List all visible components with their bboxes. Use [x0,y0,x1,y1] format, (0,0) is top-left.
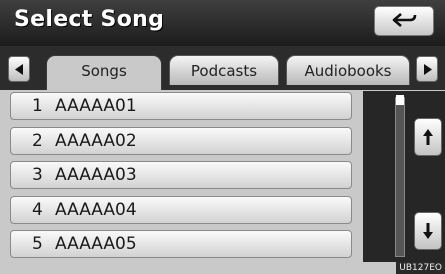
song-list-item[interactable]: 5 AAAAA05 [10,230,352,258]
tab-bar: Songs Podcasts Audiobooks [0,46,445,90]
song-list-item[interactable]: 3 AAAAA03 [10,161,352,189]
song-number: 3 [32,165,43,185]
scrollbar-thumb[interactable] [396,95,404,105]
back-arrow-icon [392,13,417,27]
header-bar: Select Song [0,0,445,46]
song-name: AAAAA03 [55,165,137,185]
back-button[interactable] [374,6,434,36]
song-list-item[interactable]: 1 AAAAA01 [10,92,352,120]
figure-code: UB127EO [396,262,445,274]
song-number: 2 [32,131,43,151]
song-list-item[interactable]: 2 AAAAA02 [10,127,352,155]
select-song-screen: Select Song Songs Podcasts Audiobooks 1 … [0,0,445,274]
tab-audiobooks[interactable]: Audiobooks [286,55,410,85]
song-number: 4 [32,200,43,220]
song-list-item[interactable]: 4 AAAAA04 [10,196,352,224]
page-up-icon [423,129,433,145]
triangle-left-icon [15,64,23,75]
tab-label: Songs [81,62,127,80]
page-title: Select Song [14,7,165,32]
tab-songs[interactable]: Songs [46,55,162,90]
song-name: AAAAA01 [55,96,137,116]
song-name: AAAAA04 [55,200,137,220]
scrollbar-track[interactable] [395,97,405,257]
tab-label: Podcasts [190,62,258,80]
scroll-up-button[interactable] [414,118,442,156]
tab-label: Audiobooks [304,62,392,80]
page-down-icon [423,223,433,239]
song-number: 1 [32,96,43,116]
song-number: 5 [32,234,43,254]
tab-scroll-left-button[interactable] [8,56,30,82]
tab-podcasts[interactable]: Podcasts [169,55,279,85]
song-name: AAAAA05 [55,234,137,254]
tab-scroll-right-button[interactable] [416,56,438,82]
song-name: AAAAA02 [55,131,137,151]
triangle-right-icon [424,64,432,75]
scroll-down-button[interactable] [414,212,442,250]
